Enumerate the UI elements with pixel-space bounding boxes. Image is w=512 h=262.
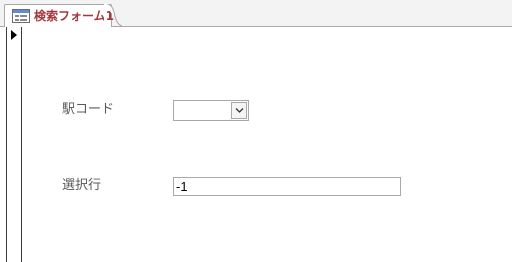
dropdown-button[interactable]	[231, 102, 247, 119]
chevron-down-icon	[235, 108, 244, 113]
station-code-label: 駅コード	[62, 102, 115, 117]
tab-title: 検索フォーム1	[34, 9, 114, 23]
selected-row-value: -1	[176, 179, 188, 194]
form-icon	[12, 9, 30, 23]
current-record-arrow-icon	[11, 30, 17, 40]
record-selector-bar[interactable]	[0, 27, 22, 262]
station-code-combobox[interactable]	[173, 100, 249, 121]
form-left-border	[6, 27, 7, 262]
tab-search-form[interactable]: 検索フォーム1	[4, 4, 114, 27]
tab-edge	[104, 4, 122, 27]
selected-row-label: 選択行	[62, 178, 102, 193]
selected-row-textbox[interactable]: -1	[173, 177, 401, 196]
